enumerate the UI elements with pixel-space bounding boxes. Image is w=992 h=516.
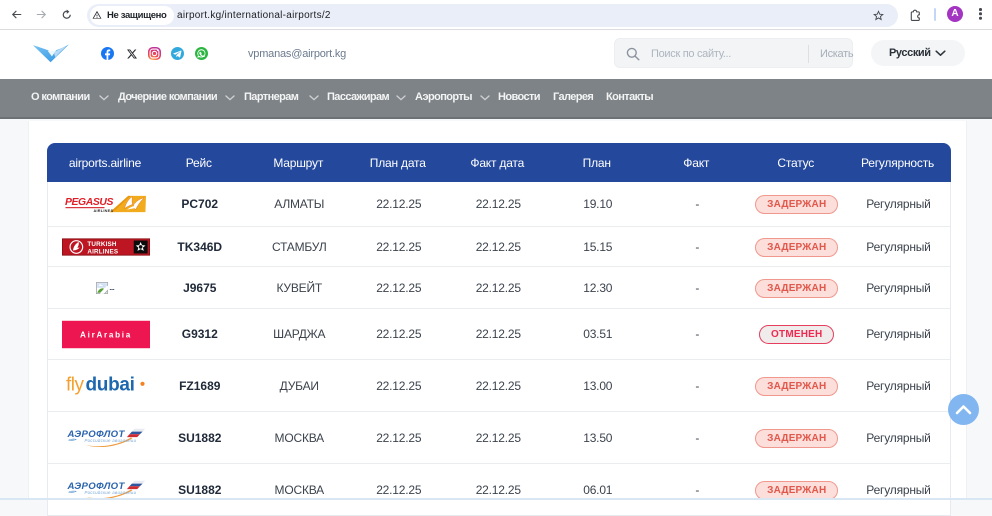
svg-text:AIRLINES: AIRLINES — [94, 209, 114, 213]
svg-text:dubai: dubai — [86, 375, 135, 396]
svg-text:--: -- — [109, 284, 114, 293]
svg-text:TURKISH: TURKISH — [87, 241, 117, 248]
svg-text:PEGASUS: PEGASUS — [65, 197, 113, 208]
svg-text:Российские авиалинии: Российские авиалинии — [84, 437, 136, 442]
svg-text:AirArabia: AirArabia — [80, 330, 132, 339]
svg-text:fly: fly — [66, 375, 85, 396]
svg-text:AIRLINES: AIRLINES — [87, 248, 118, 255]
svg-text:Российские авиалинии: Российские авиалинии — [84, 489, 136, 494]
